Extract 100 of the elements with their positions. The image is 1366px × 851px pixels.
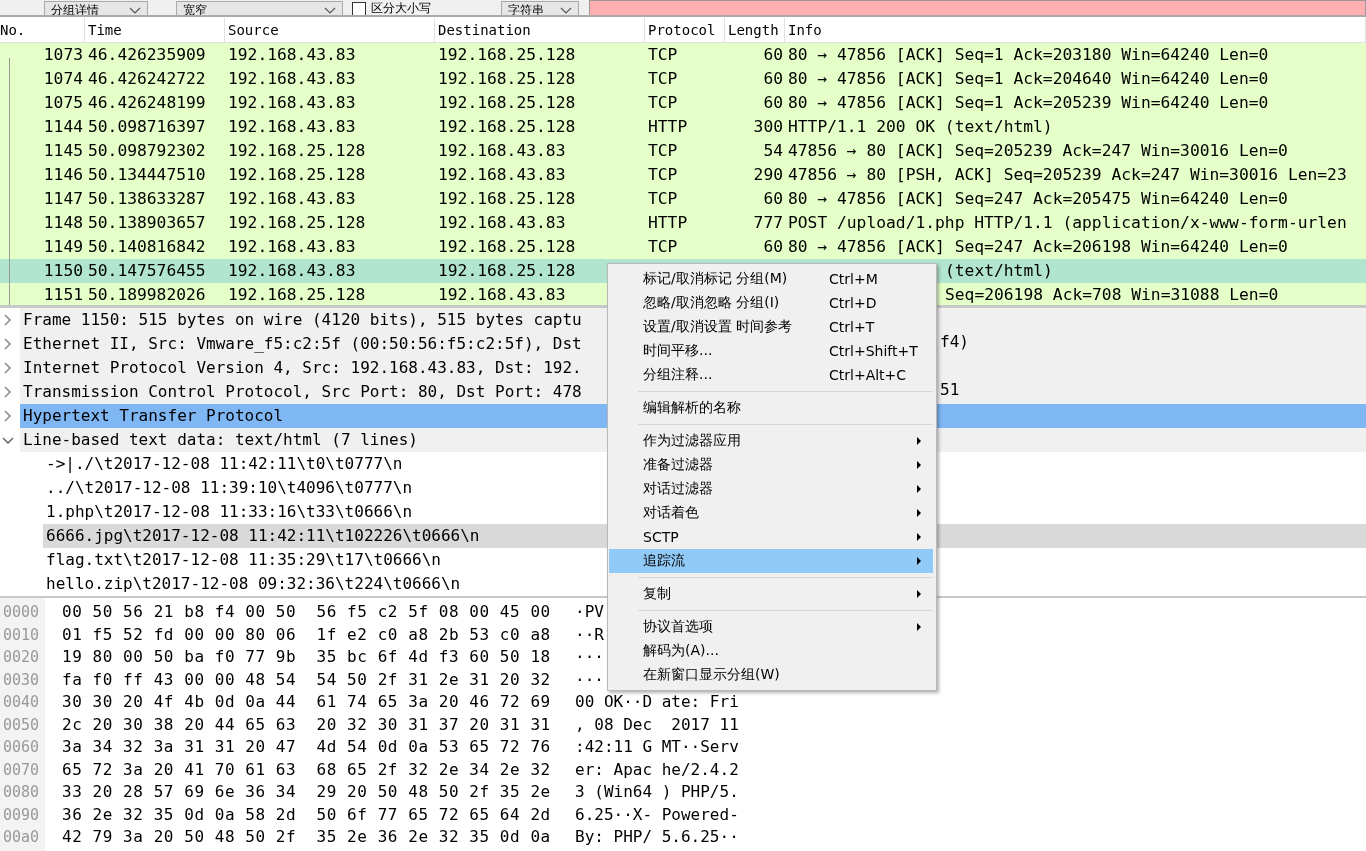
shortcut-label: Ctrl+D [829, 295, 877, 311]
table-cell: 1149 [43, 237, 83, 256]
tree-item-text: f4) [940, 332, 969, 351]
ascii-text: 6.25··X- Powered- [575, 803, 739, 826]
offset-label: 0030 [2, 669, 41, 691]
table-cell: TCP [648, 69, 678, 88]
table-cell: 1147 [43, 189, 83, 208]
table-cell: 80 → 47856 [ACK] Seq=1 Ack=203180 Win=64240 Len=0 [788, 45, 1269, 64]
tree-item-text: 51 [940, 380, 960, 399]
table-cell: 1150 [43, 261, 83, 280]
hex-bytes: 42 79 3a 20 50 48 50 2f 35 2e 36 2e 32 35 0d 0a [61, 826, 552, 848]
ascii-text: 00 OK··D ate: Fri [575, 691, 739, 713]
table-cell: 777 [753, 213, 783, 232]
offset-label: 0080 [2, 782, 41, 803]
hex-bytes: 3a 34 32 3a 31 31 20 47 4d 54 0d 0a 53 65 72 76 [61, 736, 552, 758]
hex-bytes: fa f0 ff 43 00 00 48 54 54 50 2f 31 2e 31 20 32 [61, 668, 552, 691]
table-cell: 1145 [43, 141, 83, 160]
table-cell: 192.168.43.83 [228, 45, 356, 64]
table-cell: 192.168.43.83 [228, 237, 356, 256]
table-cell: 54 [763, 141, 783, 160]
table-cell: 192.168.25.128 [438, 189, 576, 208]
table-cell: 50.147576455 [88, 261, 206, 280]
offset-label: 0000 [2, 602, 41, 623]
table-cell: 192.168.43.83 [228, 117, 356, 136]
table-cell: 192.168.43.83 [438, 285, 566, 304]
table-cell: 1144 [43, 117, 83, 136]
ascii-text: ··· [575, 646, 604, 668]
table-cell: TCP [648, 45, 678, 64]
table-cell: TCP [648, 165, 678, 184]
table-cell: 50.098792302 [88, 141, 206, 160]
table-cell: 60 [763, 45, 783, 64]
shortcut-label: Ctrl+Alt+C [829, 367, 907, 383]
table-cell: (text/html) [945, 261, 1053, 280]
table-cell: 50.140816842 [88, 237, 206, 256]
offset-label: 0020 [2, 647, 41, 668]
offset-label: 0060 [2, 737, 41, 758]
table-cell: 192.168.43.83 [438, 165, 566, 184]
table-cell: 192.168.43.83 [228, 69, 356, 88]
table-cell: 192.168.25.128 [228, 165, 366, 184]
offset-label: 0050 [2, 714, 41, 736]
table-cell: 60 [763, 189, 783, 208]
shortcut-label: Ctrl+Shift+T [829, 343, 918, 359]
table-cell: 80 → 47856 [ACK] Seq=247 Ack=205475 Win=64240 Len=0 [788, 189, 1288, 208]
table-cell: HTTP [648, 117, 688, 136]
table-cell: HTTP/1.1 200 OK (text/html) [788, 117, 1053, 136]
table-cell: 300 [753, 117, 783, 136]
ascii-text: ··· [575, 668, 604, 691]
table-cell: TCP [648, 93, 678, 112]
table-cell: 192.168.25.128 [438, 261, 576, 280]
table-cell: 60 [763, 237, 783, 256]
hex-bytes: 19 80 00 50 ba f0 77 9b 35 bc 6f 4d f3 60 50 18 [61, 646, 552, 668]
table-cell: 192.168.25.128 [228, 213, 366, 232]
table-cell: 47856 → 80 [ACK] Seq=205239 Ack=247 Win=30016 Len=0 [788, 141, 1288, 160]
table-cell: 60 [763, 93, 783, 112]
table-cell: 192.168.43.83 [228, 93, 356, 112]
ascii-text: ·PV [575, 601, 604, 623]
offset-label: 0040 [2, 692, 41, 713]
hex-bytes: 30 30 20 4f 4b 0d 0a 44 61 74 65 3a 20 46 72 69 [61, 691, 552, 713]
table-cell: 1073 [43, 45, 83, 64]
ascii-text: er: Apac he/2.4.2 [575, 758, 739, 781]
ascii-text: 3 (Win64 ) PHP/5. [575, 781, 739, 803]
hex-bytes: 33 20 28 57 69 6e 36 34 29 20 50 48 50 2f 35 2e [61, 781, 552, 803]
table-cell: 80 → 47856 [ACK] Seq=1 Ack=205239 Win=64240 Len=0 [788, 93, 1269, 112]
table-cell: 46.426248199 [88, 93, 206, 112]
table-cell: 1146 [43, 165, 83, 184]
table-cell: 1075 [43, 93, 83, 112]
shortcut-label: Ctrl+T [829, 319, 875, 335]
table-cell: 80 → 47856 [ACK] Seq=247 Ack=206198 Win=64240 Len=0 [788, 237, 1288, 256]
table-cell: 290 [753, 165, 783, 184]
ascii-text: ··R [575, 623, 604, 646]
offset-label: 0010 [2, 624, 41, 646]
table-cell: 192.168.25.128 [438, 117, 576, 136]
table-cell: 192.168.25.128 [438, 45, 576, 64]
table-cell: 192.168.25.128 [438, 237, 576, 256]
ascii-text: By: PHP/ 5.6.25·· [575, 826, 739, 848]
offset-label: 0090 [2, 804, 41, 826]
table-cell: 192.168.25.128 [228, 285, 366, 304]
table-cell: TCP [648, 237, 678, 256]
table-cell: 50.189982026 [88, 285, 206, 304]
offset-label: 0070 [2, 759, 41, 781]
hex-bytes: 65 72 3a 20 41 70 61 63 68 65 2f 32 2e 34 2e 32 [61, 758, 552, 781]
table-cell: 50.098716397 [88, 117, 206, 136]
table-cell: 1151 [43, 285, 83, 304]
table-cell: 80 → 47856 [ACK] Seq=1 Ack=204640 Win=64240 Len=0 [788, 69, 1269, 88]
table-cell: 60 [763, 69, 783, 88]
table-cell: 1074 [43, 69, 83, 88]
table-cell: 1148 [43, 213, 83, 232]
table-cell: 46.426235909 [88, 45, 206, 64]
table-cell: 192.168.25.128 [228, 141, 366, 160]
hex-bytes: 00 50 56 21 b8 f4 00 50 56 f5 c2 5f 08 00 45 00 [61, 601, 552, 623]
shortcut-label: Ctrl+M [829, 271, 878, 287]
table-cell: POST /upload/1.php HTTP/1.1 (application/x-www-form-urlen [788, 213, 1347, 232]
hex-bytes: 36 2e 32 35 0d 0a 58 2d 50 6f 77 65 72 65 64 2d [61, 803, 552, 826]
table-cell: 192.168.43.83 [438, 213, 566, 232]
table-cell: 192.168.25.128 [438, 69, 576, 88]
table-cell: TCP [648, 141, 678, 160]
table-cell: Seq=206198 Ack=708 Win=31088 Len=0 [945, 285, 1279, 304]
table-cell: 46.426242722 [88, 69, 206, 88]
table-cell: 50.138903657 [88, 213, 206, 232]
table-cell: 192.168.25.128 [438, 93, 576, 112]
